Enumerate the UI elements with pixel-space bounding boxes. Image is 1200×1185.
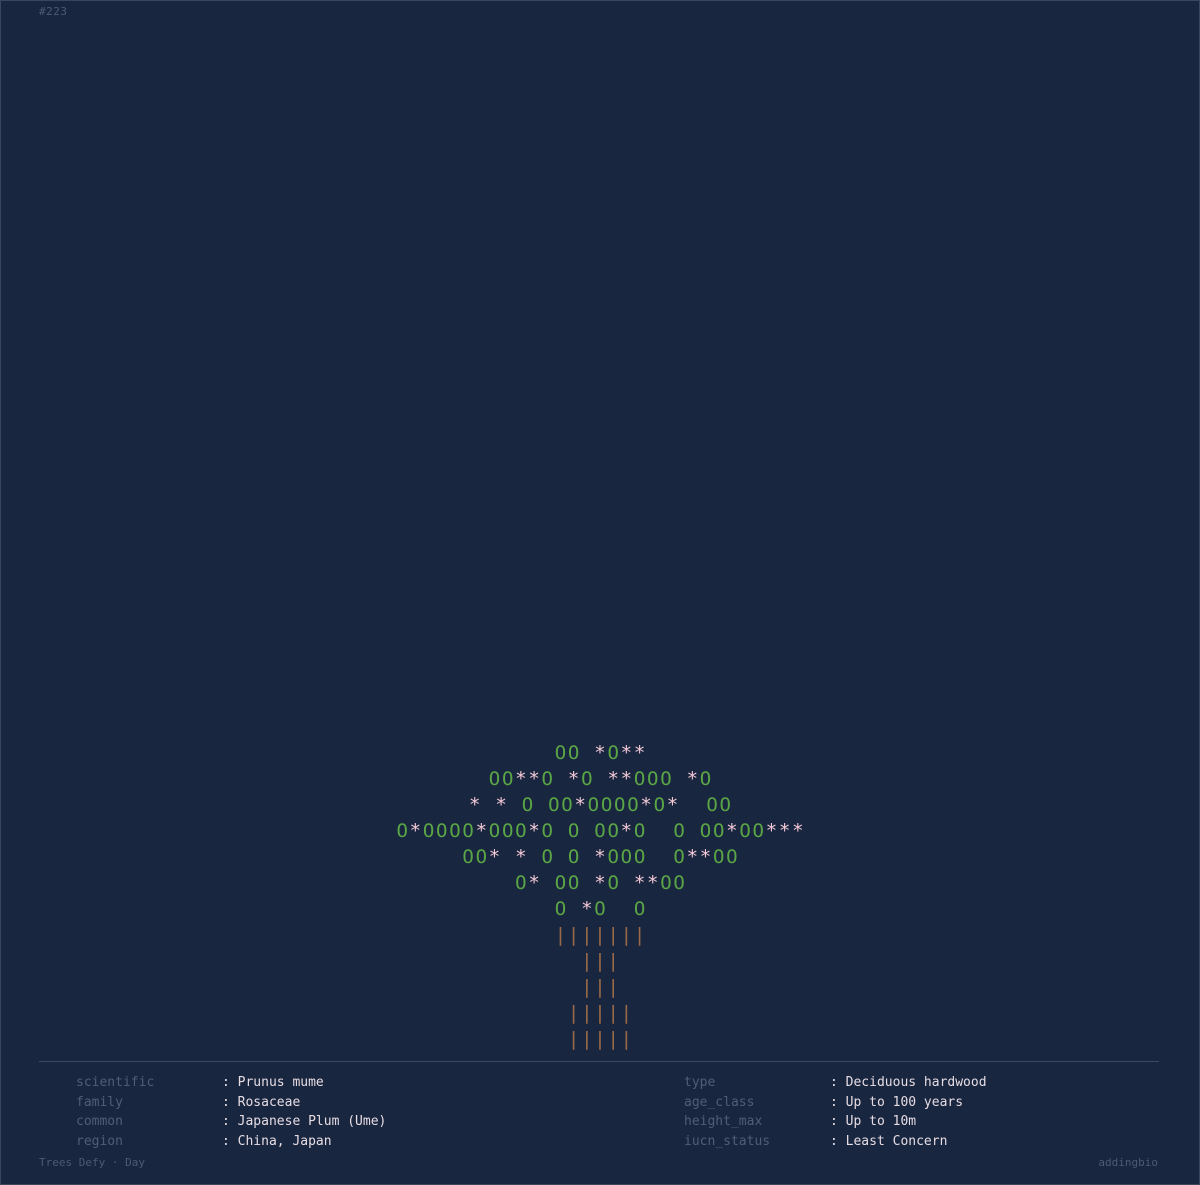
tree-row: * * O O O * O O O O * O * OO — [468, 794, 731, 816]
detail-value: : Japanese Plum (Ume) — [222, 1114, 387, 1129]
tree-row: | | | | | — [567, 1002, 633, 1024]
footer-author: addingbio — [1098, 1156, 1158, 1169]
divider — [39, 1061, 1159, 1062]
detail-key: region — [76, 1133, 123, 1149]
detail-key: common — [76, 1114, 123, 1129]
footer-title: Trees Defy · Day — [39, 1156, 145, 1169]
detail-iucn-status: iucn_status : Least Concern — [684, 1132, 987, 1152]
detail-key: type — [684, 1075, 716, 1090]
detail-key: scientific — [76, 1075, 155, 1090]
detail-key: age_class — [684, 1094, 755, 1110]
tree-row: | | | — [581, 976, 619, 998]
detail-value: : Prunus mume — [222, 1075, 324, 1090]
tree-row: O O * * O * O * * O O O * O — [488, 768, 712, 790]
tree-row: | | | | | | | — [554, 924, 646, 946]
detail-value: : Up to 100 years — [830, 1094, 964, 1110]
detail-value: : Deciduous hardwood — [830, 1075, 987, 1090]
tree-row: | | | | | — [567, 1028, 633, 1050]
detail-value: : Up to 10m — [830, 1114, 917, 1129]
detail-common: common : Japanese Plum (Ume) — [76, 1112, 386, 1132]
detail-key: family — [76, 1094, 123, 1110]
tree-row: OO * O * * — [554, 742, 646, 764]
details-left: scientific : Prunus mume family : Rosace… — [76, 1073, 386, 1151]
detail-family: family : Rosaceae — [76, 1093, 386, 1113]
detail-key: iucn_status — [684, 1133, 771, 1149]
detail-age-class: age_class : Up to 100 years — [684, 1093, 987, 1113]
tree-row: O * O O — [554, 898, 646, 920]
ascii-tree: OO * O * * O O * * O * O * * O O O * O * * O O O * O O O O * O *… — [0, 740, 1200, 1052]
tree-row: O * OO * O * * O O — [515, 872, 685, 894]
tree-row: O O * * O O * O O O O * * O O — [462, 846, 738, 868]
detail-type: type : Deciduous hardwood — [684, 1073, 987, 1093]
detail-region: region : China, Japan — [76, 1132, 386, 1152]
tree-row: O * O O O O * O O O * O O O O * O O O O * O O * * * — [396, 820, 804, 842]
detail-value: : Rosaceae — [222, 1094, 301, 1110]
tree-row: | | | — [581, 950, 619, 972]
detail-value: : Least Concern — [830, 1133, 948, 1149]
detail-height-max: height_max : Up to 10m — [684, 1112, 987, 1132]
detail-value: : China, Japan — [222, 1133, 332, 1149]
details-right: type : Deciduous hardwood age_class : Up… — [684, 1073, 987, 1151]
detail-scientific: scientific : Prunus mume — [76, 1073, 386, 1093]
serial-number: #223 — [39, 5, 68, 18]
detail-key: height_max — [684, 1114, 763, 1129]
